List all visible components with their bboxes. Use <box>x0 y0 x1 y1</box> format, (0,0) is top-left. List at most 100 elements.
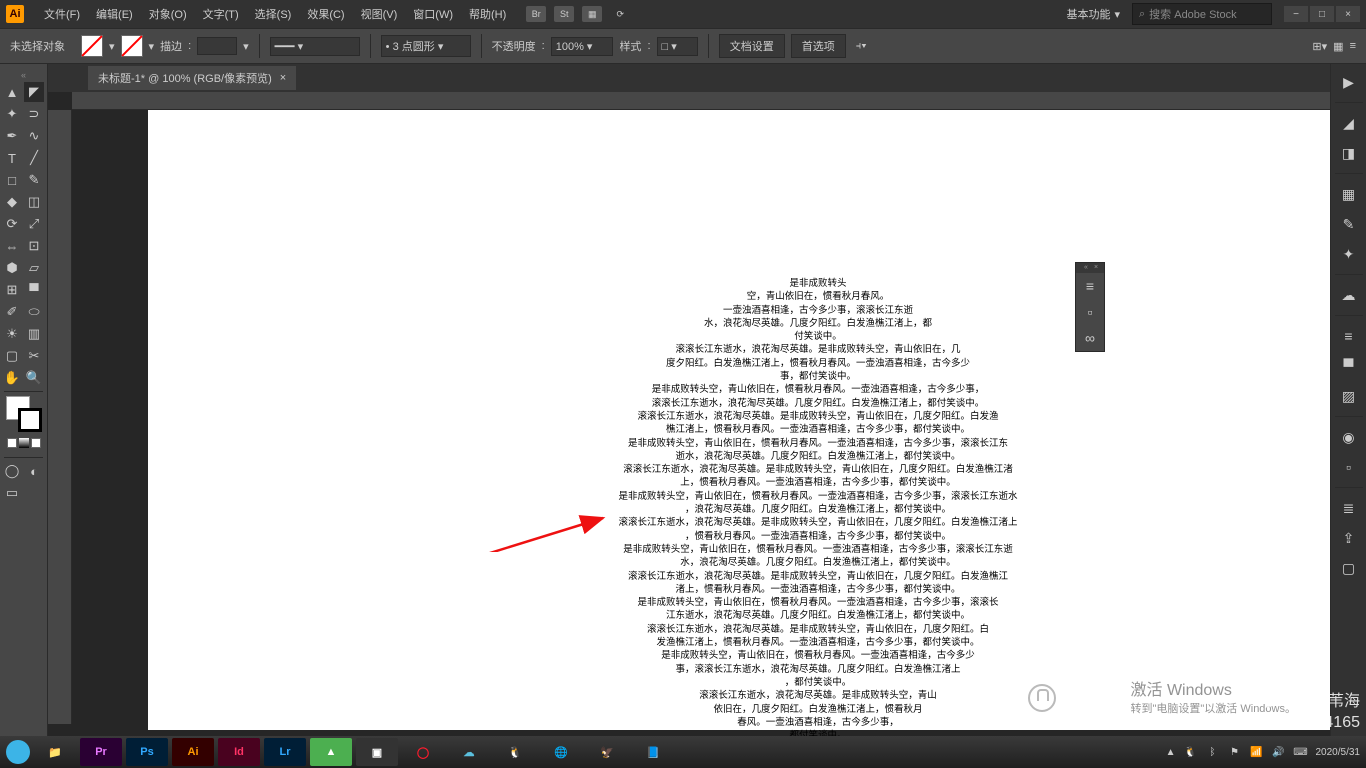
menu-window[interactable]: 窗口(W) <box>405 6 461 22</box>
menu-effect[interactable]: 效果(C) <box>299 6 352 22</box>
symbol-sprayer-tool[interactable]: ☀ <box>2 324 22 344</box>
hand-tool[interactable]: ✋ <box>2 368 22 388</box>
taskbar-app-cloud[interactable]: ☁ <box>448 738 490 766</box>
tray-expand-icon[interactable]: ▲ <box>1166 747 1176 758</box>
text-content[interactable]: 是非成败转头空，青山依旧在，惯看秋月春风。一壶浊酒喜相逢，古今多少事，滚滚长江东… <box>588 277 1048 742</box>
opacity-input[interactable]: 100% ▾ <box>551 37 614 56</box>
color-panel-icon[interactable]: ◢ <box>1337 111 1361 135</box>
workspace-selector[interactable]: 基本功能 ▾ <box>1066 6 1120 22</box>
stroke-swatch[interactable] <box>121 35 143 57</box>
menu-view[interactable]: 视图(V) <box>353 6 406 22</box>
stock-icon[interactable]: St <box>554 6 574 22</box>
artboard-tool[interactable]: ▢ <box>2 346 22 366</box>
mesh-tool[interactable]: ⊞ <box>2 280 22 300</box>
fill-swatch[interactable] <box>81 35 103 57</box>
rotate-tool[interactable]: ⟳ <box>2 214 22 234</box>
layers-panel-icon[interactable]: ≡ <box>1076 273 1104 299</box>
taskbar-app-premiere[interactable]: Pr <box>80 738 122 766</box>
close-button[interactable]: × <box>1336 6 1360 22</box>
taskbar-app-photoshop[interactable]: Ps <box>126 738 168 766</box>
width-tool[interactable]: ⇔ <box>2 236 22 256</box>
minimize-button[interactable]: − <box>1284 6 1308 22</box>
floating-panel[interactable]: «× ≡ ▫ ∞ <box>1075 262 1105 352</box>
shaper-tool[interactable]: ◆ <box>2 192 22 212</box>
shape-builder-tool[interactable]: ⬢ <box>2 258 22 278</box>
draw-mode-behind[interactable]: ◐ <box>24 461 44 481</box>
magic-wand-tool[interactable]: ✦ <box>2 104 22 124</box>
menu-help[interactable]: 帮助(H) <box>461 6 514 22</box>
gpu-icon[interactable]: ⟳ <box>610 6 630 22</box>
color-guide-panel-icon[interactable]: ◨ <box>1337 141 1361 165</box>
close-tab-icon[interactable]: × <box>280 72 286 84</box>
zoom-tool[interactable]: 🔍 <box>24 368 44 388</box>
maximize-button[interactable]: □ <box>1310 6 1334 22</box>
transform-panel-icon[interactable]: ⊞▾ <box>1312 40 1327 53</box>
brush-tool[interactable]: ✎ <box>24 170 44 190</box>
gradient-tool[interactable]: ▀ <box>24 280 44 300</box>
taskbar-app-illustrator[interactable]: Ai <box>172 738 214 766</box>
tray-qq-icon[interactable]: 🐧 <box>1184 745 1198 759</box>
collapse-icon[interactable]: « <box>1084 264 1092 270</box>
rectangle-tool[interactable]: □ <box>2 170 22 190</box>
tray-bluetooth-icon[interactable]: ᛒ <box>1206 745 1220 759</box>
taskbar-app-green[interactable]: ▲ <box>310 738 352 766</box>
taskbar-app-indesign[interactable]: Id <box>218 738 260 766</box>
artboards-panel-icon[interactable]: ▢ <box>1337 556 1361 580</box>
tray-date[interactable]: 2020/5/31 <box>1316 747 1361 758</box>
swatches-panel-icon[interactable]: ▦ <box>1337 182 1361 206</box>
symbols-panel-icon[interactable]: ✦ <box>1337 242 1361 266</box>
menu-file[interactable]: 文件(F) <box>36 6 88 22</box>
perspective-tool[interactable]: ▱ <box>24 258 44 278</box>
libraries-panel-icon[interactable]: ☁ <box>1337 283 1361 307</box>
ruler-vertical[interactable] <box>48 110 72 724</box>
canvas[interactable]: 是非成败转头空，青山依旧在，惯看秋月春风。一壶浊酒喜相逢，古今多少事，滚滚长江东… <box>48 92 1330 746</box>
prefs-button[interactable]: 首选项 <box>791 34 846 58</box>
pen-tool[interactable]: ✒ <box>2 126 22 146</box>
line-tool[interactable]: ╱ <box>24 148 44 168</box>
tray-volume-icon[interactable]: 🔊 <box>1272 745 1286 759</box>
menu-type[interactable]: 文字(T) <box>195 6 247 22</box>
align-icon[interactable]: ⫞▾ <box>856 40 867 53</box>
menu-object[interactable]: 对象(O) <box>141 6 195 22</box>
free-transform-tool[interactable]: ⊡ <box>24 236 44 256</box>
arrange-icon[interactable]: ▦ <box>582 6 602 22</box>
appearance-panel-icon[interactable]: ◉ <box>1337 425 1361 449</box>
eraser-tool[interactable]: ◫ <box>24 192 44 212</box>
close-icon[interactable]: × <box>1094 264 1102 270</box>
scale-tool[interactable]: ⤢ <box>24 214 44 234</box>
style-select[interactable]: □ ▾ <box>657 37 698 56</box>
taskbar-app-video[interactable]: ▣ <box>356 738 398 766</box>
stroke-weight-input[interactable] <box>197 37 237 55</box>
blend-tool[interactable]: ⬭ <box>24 302 44 322</box>
properties-panel-icon[interactable]: ▶ <box>1337 70 1361 94</box>
menu-edit[interactable]: 编辑(E) <box>88 6 141 22</box>
gradient-panel-icon[interactable]: ▀ <box>1337 354 1361 378</box>
tray-flag-icon[interactable]: ⚑ <box>1228 745 1242 759</box>
doc-setup-button[interactable]: 文档设置 <box>719 34 785 58</box>
graph-tool[interactable]: ▥ <box>24 324 44 344</box>
brush-select[interactable]: • 3 点圆形 ▾ <box>381 35 471 57</box>
screen-mode[interactable]: ▭ <box>2 483 22 503</box>
lasso-tool[interactable]: ⊃ <box>24 104 44 124</box>
links-panel-icon[interactable]: ∞ <box>1076 325 1104 351</box>
profile-select[interactable]: ━━━ ▾ <box>270 37 360 56</box>
draw-mode-normal[interactable]: ◯ <box>2 461 22 481</box>
search-input[interactable]: ⌕搜索 Adobe Stock <box>1132 3 1272 25</box>
menu-select[interactable]: 选择(S) <box>247 6 300 22</box>
taskbar-app-chrome[interactable]: 🌐 <box>540 738 582 766</box>
chevron-down-icon[interactable]: ▾ <box>109 40 115 53</box>
selection-tool[interactable]: ▲ <box>2 82 22 102</box>
layers-panel-icon[interactable]: ≣ <box>1337 496 1361 520</box>
taskbar-app-eagle[interactable]: 🦅 <box>586 738 628 766</box>
fill-stroke-control[interactable] <box>6 396 42 432</box>
taskbar-app-notes[interactable]: 📘 <box>632 738 674 766</box>
taskbar-app-opera[interactable]: ◯ <box>402 738 444 766</box>
menu-icon[interactable]: ≡ <box>1350 40 1356 53</box>
tray-network-icon[interactable]: 📶 <box>1250 745 1264 759</box>
chevron-down-icon[interactable]: ▾ <box>243 40 249 53</box>
chevron-down-icon[interactable]: ▾ <box>149 40 155 53</box>
asset-export-panel-icon[interactable]: ⇪ <box>1337 526 1361 550</box>
artboards-panel-icon[interactable]: ▫ <box>1076 299 1104 325</box>
slice-tool[interactable]: ✂ <box>24 346 44 366</box>
tray-ime-icon[interactable]: ⌨ <box>1294 745 1308 759</box>
